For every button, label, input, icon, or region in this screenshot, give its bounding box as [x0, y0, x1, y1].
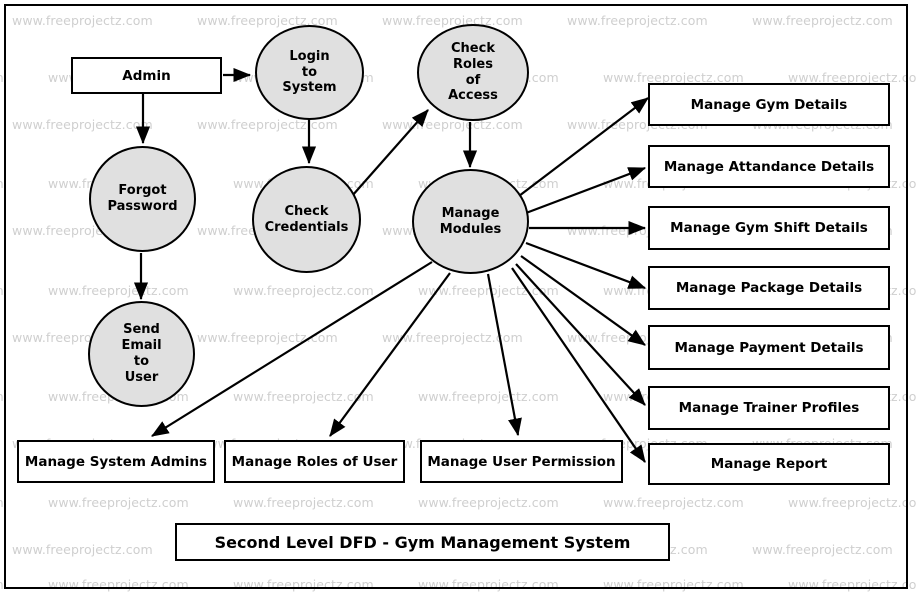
module-manage-attandance-details[interactable]: Manage Attandance Details — [648, 145, 890, 188]
module-manage-report[interactable]: Manage Report — [648, 443, 890, 485]
module-manage-package-details-label: Manage Package Details — [675, 280, 863, 296]
process-manage-modules-line-1: Manage — [441, 205, 500, 221]
module-manage-gym-details-label: Manage Gym Details — [690, 96, 848, 113]
process-login-line-1: Login — [289, 48, 330, 64]
external-entity-admin-label: Admin — [122, 67, 171, 84]
module-manage-report-label: Manage Report — [710, 456, 828, 472]
external-entity-admin[interactable]: Admin — [71, 57, 222, 94]
process-login-line-2: to — [301, 64, 318, 80]
module-manage-system-admins[interactable]: Manage System Admins — [17, 440, 215, 483]
module-manage-system-admins-label: Manage System Admins — [24, 453, 208, 470]
process-manage-modules[interactable]: Manage Modules — [412, 169, 529, 274]
process-send-email-line-1: Send — [123, 322, 160, 338]
module-manage-trainer-profiles-label: Manage Trainer Profiles — [678, 400, 860, 416]
process-check-roles-line-4: Access — [448, 88, 498, 104]
process-send-email-line-3: to — [133, 354, 150, 369]
diagram-title-box: Second Level DFD - Gym Management System — [175, 523, 670, 561]
process-check-credentials[interactable]: Check Credentials — [252, 166, 361, 273]
process-check-credentials-line-2: Credentials — [264, 219, 349, 235]
module-manage-trainer-profiles[interactable]: Manage Trainer Profiles — [648, 386, 890, 430]
dfd-diagram-canvas: www.freeprojectz.com www.freeprojectz.com… — [0, 0, 916, 597]
process-check-roles-of-access[interactable]: Check Roles of Access — [417, 24, 529, 121]
process-forgot-line-2: Password — [107, 199, 178, 214]
module-manage-gym-details[interactable]: Manage Gym Details — [648, 83, 890, 126]
module-manage-payment-details-label: Manage Payment Details — [674, 339, 864, 356]
process-forgot-password[interactable]: Forgot Password — [89, 146, 196, 252]
module-manage-attandance-details-label: Manage Attandance Details — [663, 158, 875, 175]
process-check-roles-line-1: Check — [451, 40, 495, 56]
process-check-roles-line-2: Roles — [453, 56, 493, 72]
process-login-line-3: System — [282, 80, 337, 96]
module-manage-gym-shift-details[interactable]: Manage Gym Shift Details — [648, 206, 890, 250]
module-manage-roles-of-user-label: Manage Roles of User — [231, 453, 398, 470]
process-forgot-line-1: Forgot — [118, 183, 167, 199]
module-manage-roles-of-user[interactable]: Manage Roles of User — [224, 440, 405, 483]
module-manage-payment-details[interactable]: Manage Payment Details — [648, 325, 890, 370]
module-manage-user-permission-label: Manage User Permission — [427, 453, 616, 470]
module-manage-package-details[interactable]: Manage Package Details — [648, 266, 890, 310]
module-manage-user-permission[interactable]: Manage User Permission — [420, 440, 623, 483]
process-manage-modules-line-2: Modules — [439, 221, 502, 237]
process-send-email-to-user[interactable]: Send Email to User — [88, 301, 195, 407]
process-check-roles-line-3: of — [465, 72, 481, 88]
process-login-to-system[interactable]: Login to System — [255, 25, 364, 120]
page-title: Second Level DFD - Gym Management System — [214, 532, 631, 552]
process-send-email-line-4: User — [124, 369, 159, 385]
process-send-email-line-2: Email — [121, 338, 162, 354]
process-check-credentials-line-1: Check — [284, 203, 329, 219]
module-manage-gym-shift-details-label: Manage Gym Shift Details — [670, 220, 868, 236]
